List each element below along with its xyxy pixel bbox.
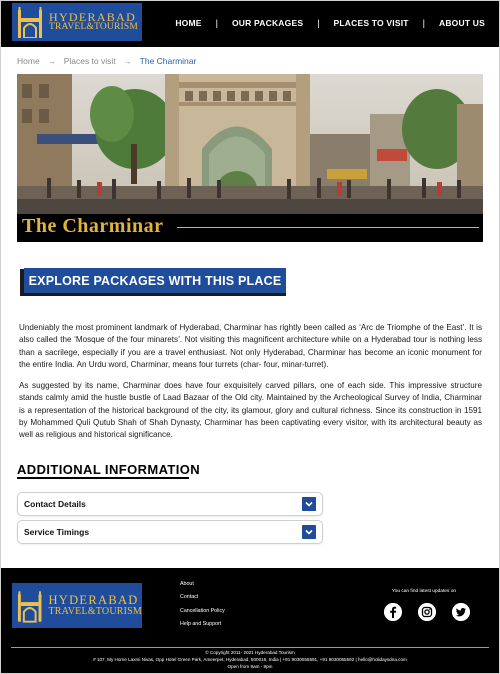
additional-info-heading: ADDITIONAL INFORMATION (17, 462, 201, 477)
facebook-icon[interactable] (384, 603, 402, 621)
breadcrumb-current: The Charminar (139, 56, 197, 66)
title-divider (177, 227, 479, 228)
nav-places-to-visit[interactable]: PLACES TO VISIT (334, 18, 409, 28)
accordion-contact-details[interactable]: Contact Details (17, 492, 323, 516)
chevron-down-icon[interactable] (302, 497, 316, 511)
footer-brand-logo[interactable]: HYDERABAD TRAVEL&TOURISM (12, 583, 142, 628)
breadcrumb-home[interactable]: Home (17, 56, 40, 66)
chevron-down-icon[interactable] (302, 525, 316, 539)
footer-link-about[interactable]: About (180, 580, 225, 593)
heading-underline (17, 477, 189, 479)
charminar-logo-icon (17, 590, 42, 623)
description-paragraph-2: As suggested by its name, Charminar does… (19, 381, 482, 440)
breadcrumb-places[interactable]: Places to visit (64, 56, 116, 66)
breadcrumb: Home → Places to visit → The Charminar (17, 56, 196, 66)
follow-text: You can find latest updates on (391, 589, 457, 594)
footer-link-help-support[interactable]: Help and Support (180, 620, 225, 633)
brand-line1: HYDERABAD (48, 592, 139, 607)
accordion-service-timings[interactable]: Service Timings (17, 520, 323, 544)
footer-link-cancellation-policy[interactable]: Cancellation Policy (180, 607, 225, 620)
nav-separator: | (317, 18, 320, 28)
social-links (384, 603, 486, 621)
address-text: # 107, My Home Laxmi Nivas, Opp Hotel Gr… (93, 657, 407, 662)
nav-home[interactable]: HOME (175, 18, 201, 28)
nav-separator: | (215, 18, 218, 28)
site-header: HYDERABAD TRAVEL&TOURISM HOME | OUR PACK… (1, 1, 499, 47)
footer-divider (11, 647, 489, 648)
instagram-icon[interactable] (418, 603, 436, 621)
site-footer: HYDERABAD TRAVEL&TOURISM About Contact C… (1, 568, 499, 673)
arrow-right-icon: → (47, 56, 56, 66)
brand-line2: TRAVEL&TOURISM (49, 22, 139, 33)
accordion-label: Contact Details (24, 499, 86, 509)
footer-links: About Contact Cancellation Policy Help a… (180, 580, 225, 634)
main-nav: HOME | OUR PACKAGES | PLACES TO VISIT | … (175, 1, 485, 45)
nav-our-packages[interactable]: OUR PACKAGES (232, 18, 303, 28)
explore-packages-button[interactable]: EXPLORE PACKAGES WITH THIS PLACE (24, 268, 286, 293)
charminar-photo (17, 74, 483, 214)
brand-logo[interactable]: HYDERABAD TRAVEL&TOURISM (12, 3, 142, 41)
copyright-text: © Copyright 2011- 2021 Hyderabad Tourism (205, 650, 295, 655)
hero-title-bar: The Charminar (17, 214, 483, 242)
arrow-right-icon: → (123, 56, 132, 66)
brand-line2: TRAVEL&TOURISM (48, 605, 142, 617)
footer-link-contact[interactable]: Contact (180, 593, 225, 606)
page-title: The Charminar (22, 215, 164, 237)
description-paragraph-1: Undeniably the most prominent landmark o… (19, 323, 482, 369)
charminar-logo-icon (18, 7, 42, 38)
accordion-label: Service Timings (24, 527, 90, 537)
twitter-icon[interactable] (452, 603, 470, 621)
hero-banner: The Charminar (17, 74, 483, 242)
nav-about-us[interactable]: ABOUT US (439, 18, 485, 28)
hours-text: Open from 9am - 9pm (227, 664, 273, 669)
nav-separator: | (422, 18, 425, 28)
